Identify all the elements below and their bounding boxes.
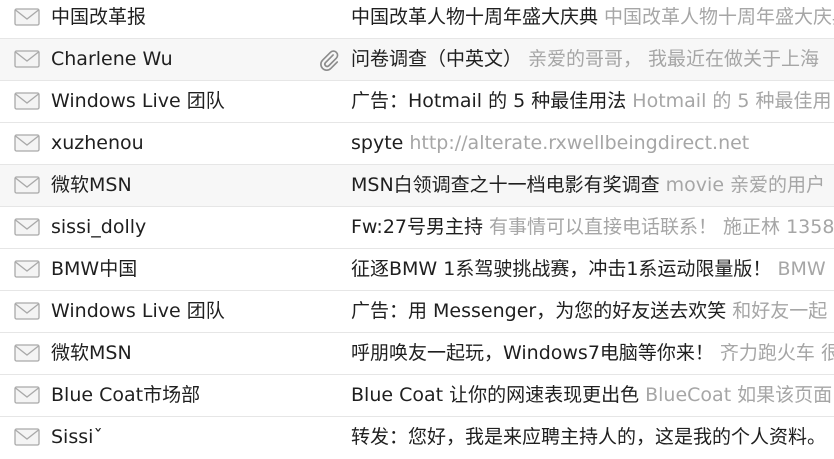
mail-row[interactable]: 微软MSN 呼朋唤友一起玩，Windows7电脑等你来！ 齐力跑火车 很 [0,333,834,375]
mail-row[interactable]: sissi_dolly Fw:27号男主持 有事情可以直接电话联系！ 施正林 13… [0,207,834,249]
mail-preview: 亲爱的哥哥， 我最近在做关于上海 [528,48,820,70]
mail-preview: http://alterate.rxwellbeingdirect.net [409,132,750,154]
mail-preview: BMW [777,258,826,280]
mail-row[interactable]: 中国改革报 中国改革人物十周年盛大庆典 中国改革人物十周年盛大庆典 [0,0,834,39]
mail-subject: 问卷调查（中英文） [351,48,523,70]
mail-preview: 齐力跑火车 很 [719,342,834,364]
mail-row[interactable]: Windows Live 团队 广告：用 Messenger，为您的好友送去欢笑… [0,291,834,333]
mail-row[interactable]: 微软MSN MSN白领调查之十一档电影有奖调查 movie 亲爱的用户 [0,165,834,207]
mail-subject-line: MSN白领调查之十一档电影有奖调查 movie 亲爱的用户 [351,165,825,206]
mail-sender: BMW中国 [51,258,138,280]
mail-subject-line: Fw:27号男主持 有事情可以直接电话联系！ 施正林 1358 [351,207,834,248]
mail-subject: 广告：用 Messenger，为您的好友送去欢笑 [351,300,727,322]
paperclip-icon [320,50,339,71]
mail-subject: spyte [351,132,404,154]
envelope-icon [14,176,40,194]
envelope-icon [14,218,40,236]
mail-subject: Fw:27号男主持 [351,216,484,238]
envelope-icon [14,134,40,152]
mail-subject-line: Blue Coat 让你的网速表现更出色 BlueCoat 如果该页面 [351,375,832,416]
mail-row[interactable]: xuzhenou spyte http://alterate.rxwellbein… [0,123,834,165]
mail-subject: 中国改革人物十周年盛大庆典 [351,6,599,28]
mail-subject-line: 中国改革人物十周年盛大庆典 中国改革人物十周年盛大庆典 [351,0,834,38]
mail-sender: 中国改革报 [51,6,147,28]
mail-preview: movie 亲爱的用户 [665,174,826,196]
mail-sender: Blue Coat市场部 [51,384,201,406]
mail-subject: MSN白领调查之十一档电影有奖调查 [351,174,660,196]
mail-sender: Charlene Wu [51,48,173,70]
mail-subject-line: spyte http://alterate.rxwellbeingdirect.n… [351,123,749,164]
mail-subject-line: 征逐BMW 1系驾驶挑战赛，冲击1系运动限量版！ BMW [351,249,826,290]
mail-subject-line: 广告：用 Messenger，为您的好友送去欢笑 和好友一起 [351,291,827,332]
mail-row[interactable]: Sissiˇ 转发：您好，我是来应聘主持人的，这是我的个人资料。 [0,417,834,456]
envelope-icon [14,92,40,110]
mail-list: 中国改革报 中国改革人物十周年盛大庆典 中国改革人物十周年盛大庆典 Charlen… [0,0,834,456]
mail-sender: Windows Live 团队 [51,90,225,112]
envelope-icon [14,428,40,446]
envelope-icon [14,260,40,278]
mail-sender: Sissiˇ [51,426,103,448]
mail-row[interactable]: Charlene Wu 问卷调查（中英文） 亲爱的哥哥， 我最近在做关于上海 [0,39,834,81]
mail-subject: 呼朋唤友一起玩，Windows7电脑等你来！ [351,342,714,364]
mail-subject-line: 呼朋唤友一起玩，Windows7电脑等你来！ 齐力跑火车 很 [351,333,834,374]
mail-sender: 微软MSN [51,342,132,364]
mail-sender: 微软MSN [51,174,132,196]
mail-preview: 和好友一起 [732,300,828,322]
envelope-icon [14,50,40,68]
envelope-icon [14,386,40,404]
mail-subject: 广告：Hotmail 的 5 种最佳用法 [351,90,627,112]
mail-subject-line: 问卷调查（中英文） 亲爱的哥哥， 我最近在做关于上海 [351,39,819,80]
mail-row[interactable]: Blue Coat市场部 Blue Coat 让你的网速表现更出色 BlueCoa… [0,375,834,417]
envelope-icon [14,302,40,320]
mail-subject: 转发：您好，我是来应聘主持人的，这是我的个人资料。 [351,426,827,448]
mail-row[interactable]: Windows Live 团队 广告：Hotmail 的 5 种最佳用法 Hotm… [0,81,834,123]
mail-preview: Hotmail 的 5 种最佳用 [632,90,832,112]
mail-sender: Windows Live 团队 [51,300,225,322]
mail-sender: sissi_dolly [51,216,147,238]
mail-preview: BlueCoat 如果该页面 [645,384,833,406]
envelope-icon [14,8,40,26]
mail-subject-line: 转发：您好，我是来应聘主持人的，这是我的个人资料。 [351,417,832,456]
mail-preview: 有事情可以直接电话联系！ 施正林 1358 [489,216,834,238]
mail-row[interactable]: BMW中国 征逐BMW 1系驾驶挑战赛，冲击1系运动限量版！ BMW [0,249,834,291]
mail-subject-line: 广告：Hotmail 的 5 种最佳用法 Hotmail 的 5 种最佳用 [351,81,832,122]
mail-subject: 征逐BMW 1系驾驶挑战赛，冲击1系运动限量版！ [351,258,772,280]
envelope-icon [14,344,40,362]
mail-subject: Blue Coat 让你的网速表现更出色 [351,384,640,406]
mail-preview: 中国改革人物十周年盛大庆典 [604,6,834,28]
mail-sender: xuzhenou [51,132,144,154]
